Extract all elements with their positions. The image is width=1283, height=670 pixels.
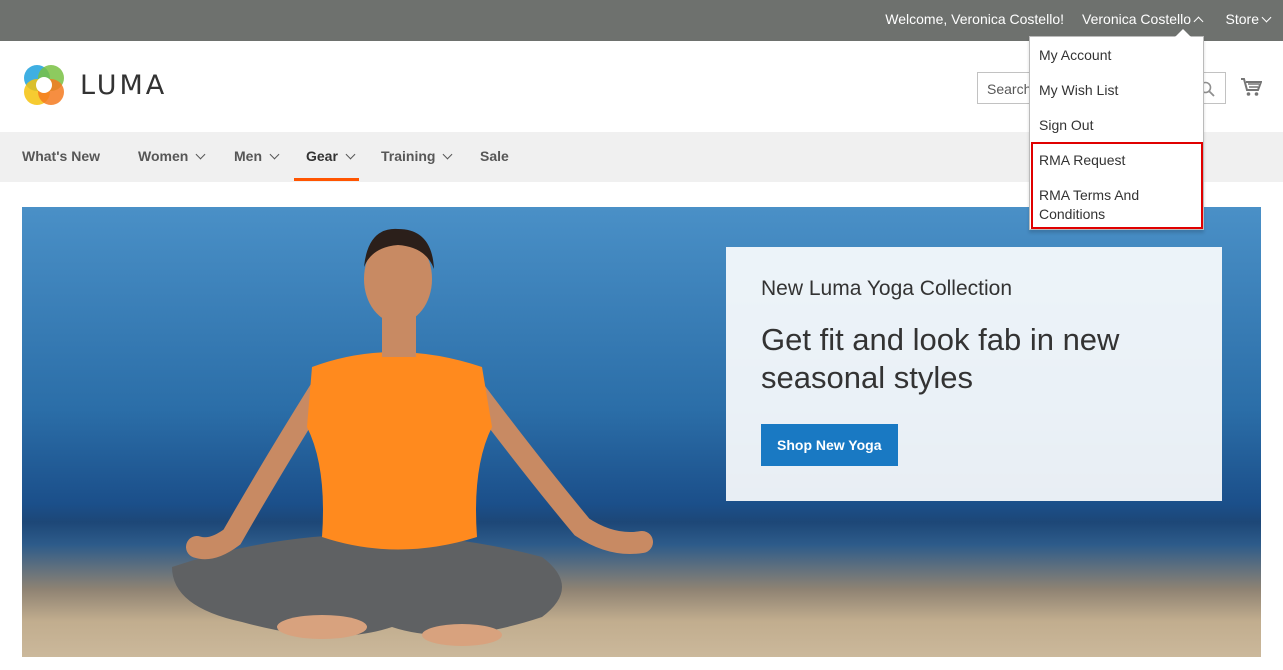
dropdown-caret bbox=[1175, 29, 1191, 37]
menu-item-my-wish-list[interactable]: My Wish List bbox=[1039, 81, 1118, 100]
chevron-down-icon bbox=[195, 149, 206, 159]
store-label: Store bbox=[1225, 11, 1259, 27]
chevron-down-icon bbox=[1261, 12, 1272, 23]
menu-item-sign-out[interactable]: Sign Out bbox=[1039, 116, 1093, 135]
promo-subtitle: New Luma Yoga Collection bbox=[761, 277, 1012, 300]
promo-headline: Get fit and look fab in new seasonal sty… bbox=[761, 322, 1120, 395]
shop-new-yoga-button[interactable]: Shop New Yoga bbox=[761, 424, 898, 466]
nav-item-men[interactable]: Men bbox=[234, 148, 280, 164]
store-switcher[interactable]: Store bbox=[1225, 11, 1272, 27]
nav-item-women[interactable]: Women bbox=[138, 148, 206, 164]
luma-logo-icon bbox=[24, 65, 64, 105]
promo-panel: New Luma Yoga Collection Get fit and loo… bbox=[726, 247, 1222, 501]
nav-item-training[interactable]: Training bbox=[381, 148, 453, 164]
nav-item-gear[interactable]: Gear bbox=[306, 148, 356, 164]
nav-item-whats-new[interactable]: What's New bbox=[22, 148, 100, 164]
chevron-down-icon bbox=[345, 149, 356, 159]
yoga-model-image bbox=[172, 228, 653, 646]
account-menu-toggle[interactable]: Veronica Costello bbox=[1082, 11, 1204, 27]
logo[interactable]: LUMA bbox=[22, 63, 167, 107]
chevron-down-icon bbox=[443, 149, 453, 159]
nav-item-sale[interactable]: Sale bbox=[480, 148, 509, 164]
menu-item-my-account[interactable]: My Account bbox=[1039, 46, 1111, 65]
menu-item-rma-terms[interactable]: RMA Terms And Conditions bbox=[1039, 186, 1179, 224]
nav-label: Gear bbox=[306, 148, 338, 164]
active-nav-indicator bbox=[294, 178, 359, 181]
cart-icon[interactable] bbox=[1240, 76, 1262, 98]
chevron-down-icon bbox=[269, 149, 280, 159]
nav-label: What's New bbox=[22, 148, 101, 164]
account-name: Veronica Costello bbox=[1082, 11, 1191, 27]
logo-wordmark: LUMA bbox=[80, 69, 168, 101]
nav-label: Women bbox=[138, 148, 189, 164]
top-bar: Welcome, Veronica Costello! Veronica Cos… bbox=[0, 0, 1283, 41]
hero-banner[interactable]: New Luma Yoga Collection Get fit and loo… bbox=[22, 207, 1261, 657]
welcome-message: Welcome, Veronica Costello! bbox=[885, 11, 1064, 27]
nav-label: Training bbox=[381, 148, 436, 164]
menu-item-rma-request[interactable]: RMA Request bbox=[1039, 151, 1125, 170]
nav-label: Sale bbox=[480, 148, 509, 164]
chevron-up-icon bbox=[1193, 16, 1204, 26]
account-dropdown: My Account My Wish List Sign Out RMA Req… bbox=[1029, 29, 1204, 230]
nav-label: Men bbox=[234, 148, 262, 164]
